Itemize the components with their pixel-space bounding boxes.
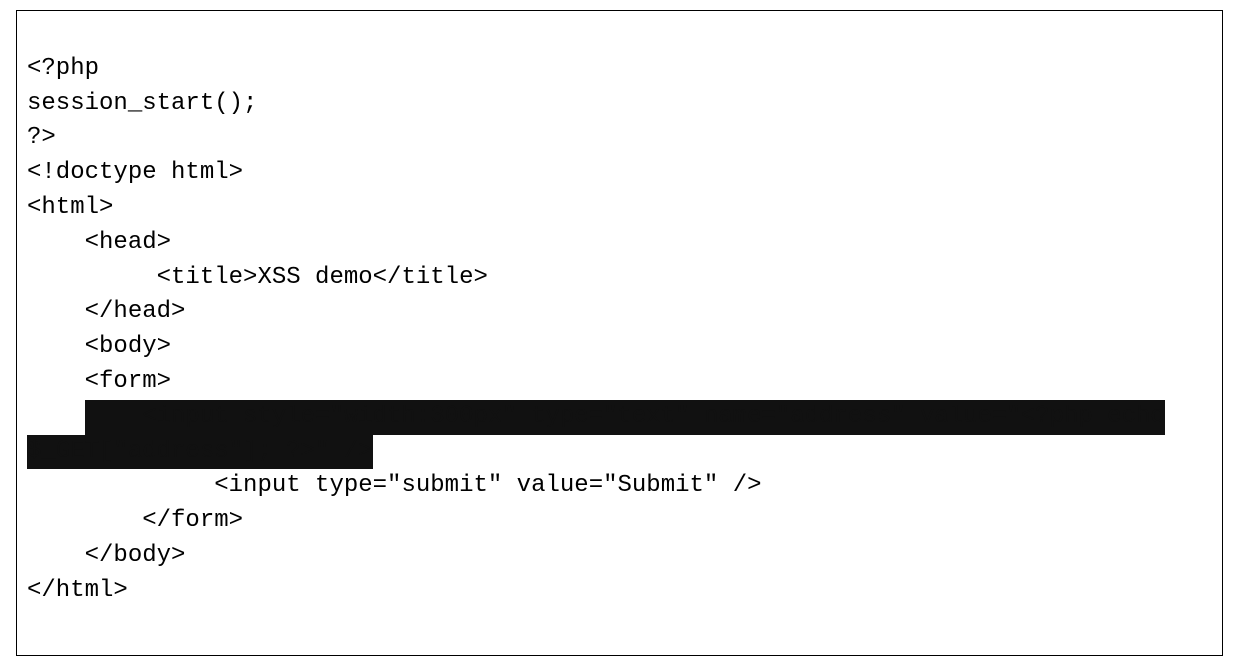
highlight-block: $_GET["address"]; ?>" /> <box>27 435 373 470</box>
code-line: </body> <box>27 542 185 569</box>
code-line-highlighted: $_GET["address"]; ?>" /> <box>27 438 373 465</box>
code-line: <head> <box>27 229 171 256</box>
code-line-highlighted: <input style="width:300px" type="text" n… <box>27 403 1165 430</box>
highlight-block: <input style="width:300px" type="text" n… <box>85 400 1165 435</box>
code-line: <?php <box>27 55 99 82</box>
code-line: </head> <box>27 298 185 325</box>
code-line: <body> <box>27 333 171 360</box>
code-line: ?> <box>27 124 56 151</box>
code-line: <html> <box>27 194 113 221</box>
code-line: <!doctype html> <box>27 159 243 186</box>
code-line: <title>XSS demo</title> <box>27 264 488 291</box>
code-listing: <?php session_start(); ?> <!doctype html… <box>16 10 1223 656</box>
code-line: <input type="submit" value="Submit" /> <box>27 472 762 499</box>
code-line: </html> <box>27 577 128 604</box>
code-line: </form> <box>27 507 243 534</box>
code-line: <form> <box>27 368 171 395</box>
code-line: session_start(); <box>27 90 257 117</box>
